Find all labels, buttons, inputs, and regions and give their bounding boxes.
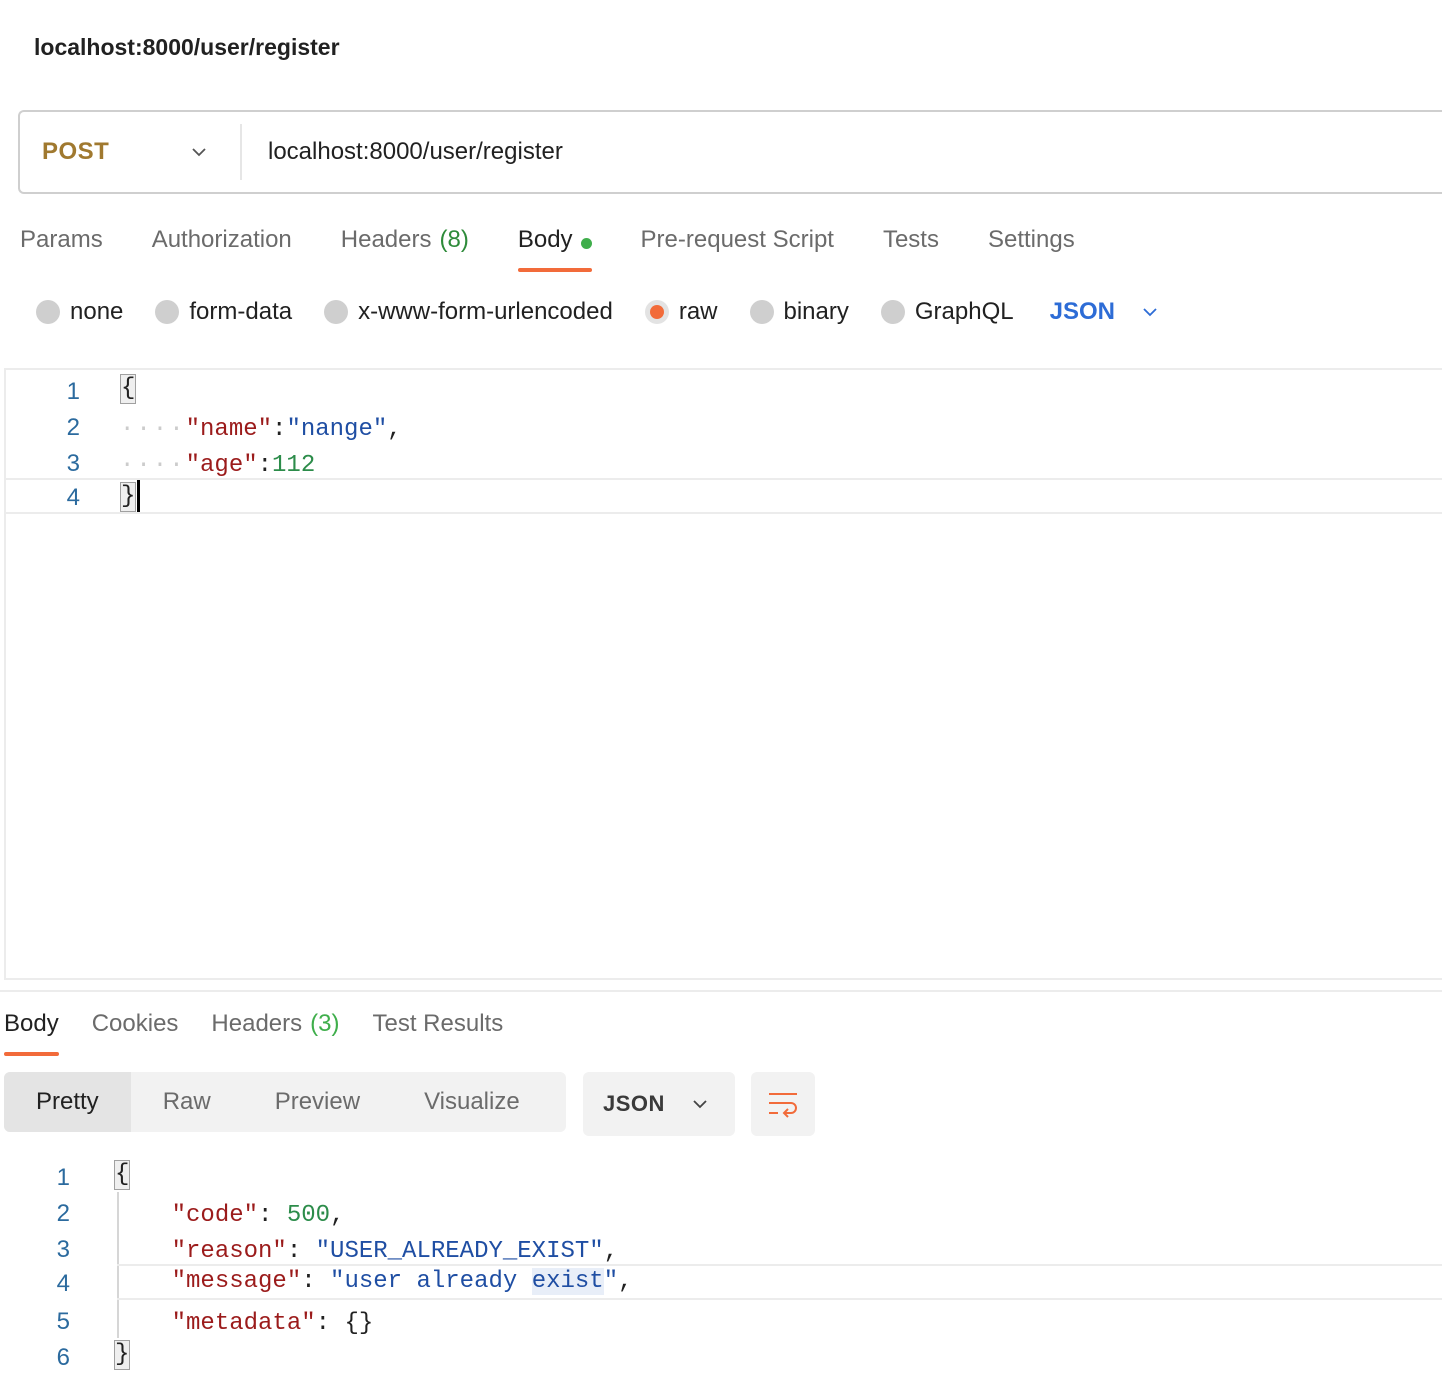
body-language-label: JSON (1049, 298, 1115, 325)
json-key: "code" (171, 1202, 259, 1229)
chevron-down-icon (192, 148, 206, 157)
view-raw-button[interactable]: Raw (131, 1072, 243, 1132)
body-type-urlencoded[interactable]: x-www-form-urlencoded (324, 298, 613, 326)
response-tab-body[interactable]: Body (4, 1006, 59, 1056)
tab-settings[interactable]: Settings (988, 222, 1075, 272)
json-key: "reason" (171, 1238, 287, 1265)
editor-line-active: 4 } (6, 478, 1442, 514)
response-body-viewer: 1 { 2 "code": 500, 3 "reason": "USER_ALR… (0, 1156, 1442, 1392)
body-type-none[interactable]: none (36, 298, 123, 326)
method-select[interactable]: POST (20, 124, 242, 180)
text-cursor (137, 480, 141, 512)
response-line: 3 "reason": "USER_ALREADY_EXIST", (0, 1232, 1442, 1268)
json-object: {} (344, 1310, 374, 1337)
line-number: 2 (66, 414, 80, 441)
response-language-select[interactable]: JSON (583, 1072, 735, 1136)
tab-params[interactable]: Params (20, 222, 103, 272)
response-headers-count: (3) (310, 1010, 340, 1037)
request-title[interactable]: localhost:8000/user/register (34, 34, 340, 61)
tab-headers[interactable]: Headers (8) (341, 222, 469, 272)
json-number: 112 (272, 452, 316, 479)
response-divider (0, 990, 1442, 992)
chevron-down-icon (1143, 308, 1157, 317)
response-line: 2 "code": 500, (0, 1196, 1442, 1232)
response-line-active: 4 "message": "user already exist", (57, 1264, 1442, 1300)
view-preview-button[interactable]: Preview (243, 1072, 392, 1132)
json-string: "USER_ALREADY_EXIST" (315, 1238, 604, 1265)
response-tab-headers[interactable]: Headers (3) (211, 1006, 339, 1056)
json-key: "name" (185, 416, 273, 443)
body-type-form-data[interactable]: form-data (155, 298, 292, 326)
radio-icon (36, 300, 60, 324)
json-string: "nange" (286, 416, 388, 443)
body-modified-dot-icon (580, 238, 592, 249)
response-tab-test-results[interactable]: Test Results (372, 1006, 503, 1056)
url-input[interactable] (242, 138, 1442, 166)
wrap-lines-icon (769, 1093, 797, 1118)
line-number: 2 (56, 1200, 70, 1227)
line-number: 3 (66, 450, 80, 477)
body-type-options: none form-data x-www-form-urlencoded raw… (36, 294, 1159, 330)
view-pretty-button[interactable]: Pretty (4, 1072, 131, 1132)
line-number: 1 (66, 378, 80, 405)
view-visualize-button[interactable]: Visualize (392, 1072, 552, 1132)
body-type-graphql[interactable]: GraphQL (880, 298, 1014, 326)
wrap-lines-button[interactable] (751, 1072, 815, 1136)
tab-body[interactable]: Body (517, 222, 592, 272)
method-label: POST (42, 138, 110, 165)
editor-line: 1 { (6, 374, 1442, 410)
editor-line: 2 ····"name":"nange", (6, 410, 1442, 446)
line-number: 4 (56, 1270, 70, 1297)
json-string: "user already exist" (330, 1268, 619, 1295)
json-key: "metadata" (171, 1310, 316, 1337)
radio-icon (880, 300, 905, 324)
response-tab-cookies[interactable]: Cookies (92, 1006, 179, 1056)
line-number: 3 (56, 1236, 70, 1263)
request-body-editor[interactable]: 1 { 2 ····"name":"nange", 3 ····"age":11… (4, 368, 1442, 980)
json-key: "age" (185, 452, 258, 479)
json-number: 500 (286, 1202, 331, 1229)
radio-icon (155, 300, 180, 324)
line-number: 5 (56, 1308, 70, 1335)
line-number: 6 (56, 1344, 70, 1371)
brace: } (120, 482, 137, 513)
highlighted-word: exist (531, 1268, 604, 1295)
radio-icon (324, 300, 349, 324)
body-type-binary[interactable]: binary (749, 298, 849, 326)
body-language-select[interactable]: JSON (1050, 298, 1159, 326)
radio-checked-icon (644, 300, 669, 324)
indent-guide: ···· (120, 416, 186, 443)
tab-tests[interactable]: Tests (883, 222, 939, 272)
response-language-label: JSON (603, 1091, 665, 1116)
tab-pre-request-script[interactable]: Pre-request Script (641, 222, 834, 272)
line-number: 1 (56, 1164, 70, 1191)
request-tabs: Params Authorization Headers (8) Body Pre… (20, 222, 1124, 274)
chevron-down-icon (693, 1100, 707, 1109)
body-type-raw[interactable]: raw (644, 298, 718, 326)
radio-icon (749, 300, 774, 324)
line-number: 4 (66, 484, 80, 511)
tab-authorization[interactable]: Authorization (152, 222, 292, 272)
response-line: 5 "metadata": {} (0, 1304, 1442, 1340)
response-tabs: Body Cookies Headers (3) Test Results (4, 1006, 536, 1056)
editor-line: 3 ····"age":112 (6, 446, 1442, 482)
indent-guide: ···· (120, 452, 186, 479)
response-line: 6 } (0, 1340, 1442, 1376)
brace: { (120, 374, 137, 404)
brace: { (114, 1160, 131, 1190)
headers-count: (8) (439, 226, 469, 253)
response-line: 1 { (0, 1160, 1442, 1196)
json-key: "message" (171, 1268, 302, 1295)
url-bar: POST (18, 110, 1442, 194)
view-mode-toggle: Pretty Raw Preview Visualize (4, 1072, 566, 1132)
brace: } (114, 1340, 131, 1370)
